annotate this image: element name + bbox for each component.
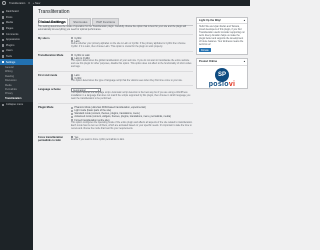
posts-icon xyxy=(2,16,5,19)
admin-bar: Transliteration 0 + New xyxy=(0,0,250,6)
collapse-menu-button[interactable]: Collapse menu xyxy=(0,102,33,108)
dashboard-icon xyxy=(2,10,5,13)
admin-sidebar: Dashboard Posts Media Pages Comments App… xyxy=(0,6,33,250)
setting-row-language-scheme: Language scheme Automatical This option … xyxy=(38,85,193,103)
donate-box: Light Up the Way! ▴ Hello! We are Ivijan-… xyxy=(196,17,248,56)
submenu-transliteration[interactable]: Transliteration xyxy=(0,97,33,101)
sp-logo-icon[interactable]: SP xyxy=(215,68,229,83)
settings-form: Global Settings This setting determines … xyxy=(38,20,193,144)
collapse-arrow-icon[interactable]: ▴ xyxy=(244,19,245,22)
donate-text: Hello! We are Ivijan-Stefan and Tamara, … xyxy=(199,25,245,46)
setting-description: Define whether your primary alphabet on … xyxy=(71,42,186,48)
settings-icon xyxy=(2,60,5,64)
setting-row-plugin-mode: Plugin Mode Phantom Mode (ultra fast DOM… xyxy=(38,103,193,132)
plugins-icon xyxy=(2,44,5,47)
brand-box-title: Poslovi Online xyxy=(199,60,218,64)
setting-description: This option determines the type of langu… xyxy=(71,80,183,83)
users-icon xyxy=(2,49,5,53)
setting-label: Force transliteration permalinks to lati… xyxy=(38,135,64,142)
setting-description: Enable if you want to force cyrillic per… xyxy=(71,138,125,141)
page-title: Transliteration xyxy=(38,9,70,15)
setting-row-force-permalinks: Force transliteration permalinks to lati… xyxy=(38,132,193,144)
language-scheme-select[interactable]: Automatical xyxy=(71,88,101,93)
pages-icon xyxy=(2,27,5,30)
settings-submenu: General Writing Reading Discussion Media… xyxy=(0,64,33,103)
setting-row-first-visit: First visit mode Latin Cyrillic This opt… xyxy=(38,70,193,85)
setting-label: My site is xyxy=(38,36,50,40)
admin-bar-site-name[interactable]: Transliteration xyxy=(9,2,25,5)
tools-icon xyxy=(2,55,5,58)
setting-label: Language scheme xyxy=(38,88,61,92)
wordpress-logo-icon[interactable] xyxy=(2,1,6,5)
setting-description: This option defines the language script.… xyxy=(71,92,191,101)
brand-box: Poslovi Online ▴ SP poslovi xyxy=(196,58,248,89)
brand-part-a: poslo xyxy=(208,81,229,89)
admin-bar-comments[interactable]: 0 xyxy=(28,2,29,5)
setting-label: Transliteration Mode xyxy=(38,53,64,57)
media-icon xyxy=(2,21,5,25)
setting-description: This option configures the operating mod… xyxy=(71,121,193,130)
setting-description: This option determines the global transl… xyxy=(71,59,192,68)
collapse-icon xyxy=(2,103,5,107)
donate-box-title: Light Up the Way! xyxy=(199,19,221,23)
collapse-arrow-icon[interactable]: ▴ xyxy=(244,60,245,63)
comments-icon xyxy=(2,32,5,36)
setting-row-site-script: My site is Cyrillic Latin Define whether… xyxy=(38,33,193,51)
setting-label: First visit mode xyxy=(38,73,58,77)
section-title: Global Settings xyxy=(38,20,66,24)
brand-logo[interactable]: poslovi xyxy=(199,81,245,89)
appearance-icon xyxy=(2,38,5,41)
donate-button[interactable]: Donate xyxy=(199,47,211,53)
setting-row-transliteration-mode: Transliteration Mode Cyrillic to Latin L… xyxy=(38,50,193,71)
right-sidebar: Light Up the Way! ▴ Hello! We are Ivijan-… xyxy=(196,17,248,92)
setting-label: Plugin Mode xyxy=(38,106,54,110)
brand-part-b: vi xyxy=(228,81,236,89)
admin-bar-new[interactable]: + New xyxy=(33,2,40,5)
section-intro: This setting determines the mode of oper… xyxy=(38,25,187,31)
